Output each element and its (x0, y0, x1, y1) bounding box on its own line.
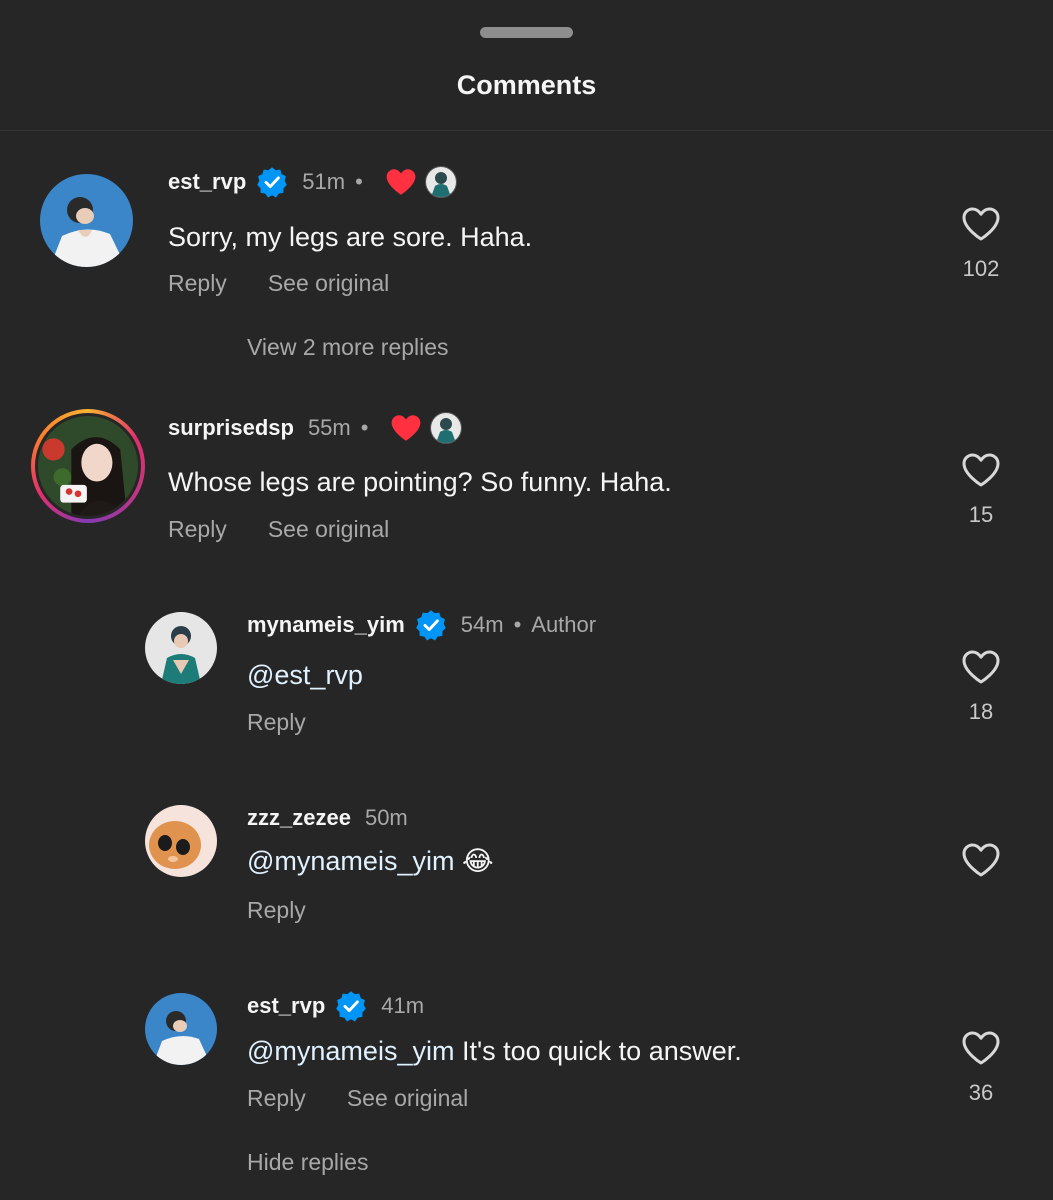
like-column: 18 (946, 649, 1016, 725)
hide-replies-button[interactable]: Hide replies (247, 1149, 368, 1176)
heart-outline-icon[interactable] (961, 649, 1001, 685)
avatar-story-ring[interactable] (31, 409, 145, 523)
reply-button[interactable]: Reply (247, 897, 306, 924)
comment-meta: mynameis_yim 54m • Author (247, 607, 596, 643)
avatar-photo-icon (145, 993, 217, 1065)
comment-meta: est_rvp 51m • (168, 164, 457, 200)
timestamp: 55m (307, 415, 351, 440)
verified-badge-icon (415, 609, 447, 641)
heart-outline-icon[interactable] (961, 842, 1001, 878)
username[interactable]: est_rvp (247, 993, 325, 1019)
avatar-photo-icon (38, 416, 138, 516)
avatar[interactable] (145, 993, 217, 1065)
emoji: 😂 (461, 846, 494, 876)
timestamp: 41m (381, 993, 425, 1018)
verified-badge-icon (335, 990, 367, 1022)
mention-link[interactable]: @est_rvp (247, 660, 363, 690)
avatar-photo-icon (145, 805, 217, 877)
like-count: 15 (968, 502, 994, 527)
creator-liked-heart-icon (390, 413, 422, 443)
timestamp: 50m (364, 805, 408, 830)
comment-actions: Reply See original (168, 516, 430, 543)
reply-button[interactable]: Reply (247, 709, 306, 736)
reply-text: It's too quick to answer. (454, 1036, 742, 1066)
comment-meta: est_rvp 41m (247, 988, 424, 1024)
username[interactable]: est_rvp (168, 169, 246, 195)
username[interactable]: zzz_zezee (247, 805, 351, 831)
heart-outline-icon[interactable] (961, 452, 1001, 488)
avatar[interactable] (40, 174, 133, 267)
timestamp: 51m (302, 169, 346, 194)
drag-handle[interactable] (480, 27, 573, 38)
see-original-button[interactable]: See original (268, 516, 389, 543)
like-count: 102 (962, 256, 1000, 281)
creator-mini-avatar (424, 166, 457, 198)
creator-mini-avatar (430, 412, 463, 444)
comment-text: Sorry, my legs are sore. Haha. (168, 222, 533, 252)
timestamp: 54m (460, 612, 504, 637)
reply-button[interactable]: Reply (168, 516, 227, 543)
like-column: 15 (946, 452, 1016, 528)
comment-meta: zzz_zezee 50m (247, 800, 408, 836)
avatar-photo-icon (145, 612, 217, 684)
comment-text: Whose legs are pointing? So funny. Haha. (168, 467, 672, 497)
like-column (946, 842, 1016, 878)
comment-text: @mynameis_yim 😂 (247, 846, 494, 877)
view-more-replies-button[interactable]: View 2 more replies (247, 334, 449, 361)
avatar[interactable] (145, 805, 217, 877)
like-column: 36 (946, 1030, 1016, 1106)
reply-button[interactable]: Reply (247, 1085, 306, 1112)
comment-text: @mynameis_yim It's too quick to answer. (247, 1036, 742, 1067)
comment-text: @est_rvp (247, 660, 363, 691)
heart-outline-icon[interactable] (961, 206, 1001, 242)
comment-actions: Reply See original (247, 1085, 509, 1112)
creator-liked-heart-icon (385, 167, 417, 197)
sheet-title: Comments (456, 70, 597, 100)
comment-actions: Reply (247, 709, 347, 736)
heart-outline-icon[interactable] (961, 1030, 1001, 1066)
mention-link[interactable]: @mynameis_yim (247, 846, 454, 876)
see-original-button[interactable]: See original (268, 270, 389, 297)
author-badge: Author (531, 612, 597, 637)
separator-dot: • (360, 415, 369, 440)
like-column: 102 (946, 206, 1016, 282)
avatar-photo-icon (40, 174, 133, 267)
comment-actions: Reply See original (168, 270, 430, 297)
separator-dot: • (355, 169, 363, 194)
like-count: 18 (968, 699, 994, 724)
reply-button[interactable]: Reply (168, 270, 227, 297)
separator-dot: • (513, 612, 522, 637)
like-count: 36 (968, 1080, 994, 1105)
username[interactable]: mynameis_yim (247, 612, 405, 638)
comments-sheet: Comments est_rvp 51m • Sorry, my legs ar… (0, 0, 1053, 1200)
avatar[interactable] (145, 612, 217, 684)
comment-meta: surprisedsp 55m • (168, 410, 463, 446)
see-original-button[interactable]: See original (347, 1085, 468, 1112)
comment-actions: Reply (247, 897, 347, 924)
mention-link[interactable]: @mynameis_yim (247, 1036, 454, 1066)
header-divider (0, 130, 1053, 131)
verified-badge-icon (256, 166, 288, 198)
username[interactable]: surprisedsp (168, 415, 294, 441)
